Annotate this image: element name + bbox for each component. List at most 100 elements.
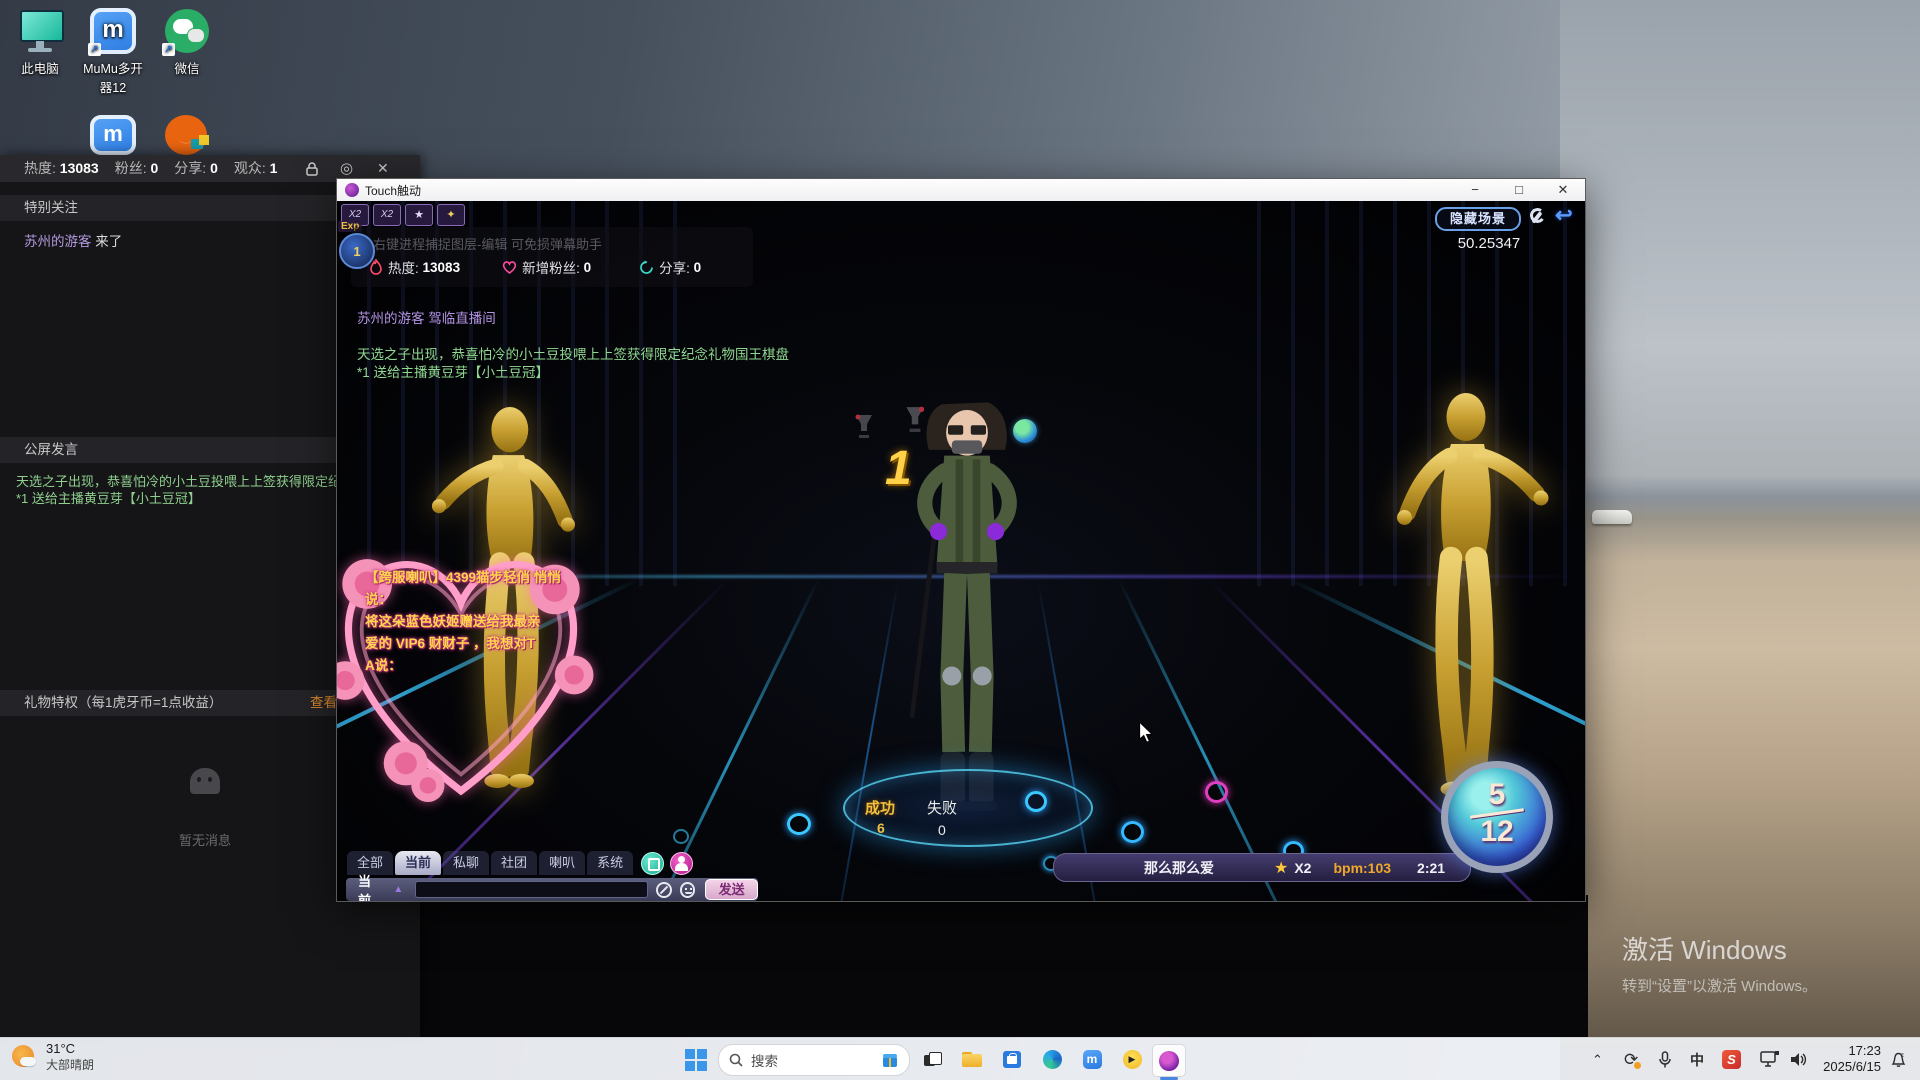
round-counter-sphere: 5 12 xyxy=(1441,761,1553,873)
weather-temp: 31°C xyxy=(46,1041,76,1056)
free-gift-button[interactable] xyxy=(641,852,665,875)
chat-input-row: 当前 ▲ 发送 xyxy=(346,874,758,901)
horn-message: 【跨服喇叭】4399猫步轻俏 悄悄说： 将这朵蓝色妖姬赠送给我最亲 爱的 VIP… xyxy=(365,567,575,677)
sync-update-icon[interactable]: ⟳ xyxy=(1624,1038,1641,1080)
heat-value: 13083 xyxy=(422,259,461,275)
user-panel-button[interactable] xyxy=(670,852,694,875)
huya-live-button[interactable]: ▶ xyxy=(1116,1044,1148,1075)
speaker-icon[interactable] xyxy=(1790,1051,1809,1068)
success-label: 成功 xyxy=(865,800,896,817)
song-name: 那么那么爱 xyxy=(1144,859,1214,876)
block-icon[interactable] xyxy=(655,881,672,898)
visitor-message: 苏州的游客 来了 xyxy=(24,234,123,249)
edge-browser-button[interactable] xyxy=(1036,1044,1068,1075)
clock-widget[interactable]: 17:23 2025/6/15 xyxy=(1815,1043,1881,1075)
emoji-icon[interactable] xyxy=(679,881,696,898)
share-value: 0 xyxy=(693,259,702,275)
horn-line4: A说： xyxy=(365,658,402,673)
trophy-icon xyxy=(855,414,872,438)
search-placeholder: 搜索 xyxy=(751,1054,778,1069)
viewer-stat: 观众: 1 xyxy=(233,160,278,176)
song-info-bar: 那么那么爱 ★ X2 bpm:103 2:21 xyxy=(1053,853,1471,882)
tab-system[interactable]: 系统 xyxy=(587,851,634,875)
touch-game-window: Touch触动 − □ ✕ 1 成功 6 失败 0 【跨服喇叭】4399猫步轻俏… xyxy=(336,178,1586,902)
app-logo-icon xyxy=(345,183,359,197)
song-multiplier: X2 xyxy=(1294,859,1312,876)
heat-label: 热度: xyxy=(388,261,419,276)
wallpaper-beach xyxy=(1560,0,1920,1080)
weather-widget[interactable]: 31°C 大部晴朗 xyxy=(10,1041,94,1073)
desktop-icon-recorder[interactable] xyxy=(163,115,209,155)
ime-indicator[interactable]: 中 xyxy=(1690,1038,1704,1080)
task-view-button[interactable] xyxy=(916,1044,948,1075)
wallpaper-car xyxy=(1592,510,1632,524)
wrench-icon[interactable] xyxy=(1528,206,1547,225)
icon-label: 微信 xyxy=(174,62,200,76)
share-label: 分享: xyxy=(659,261,690,276)
song-time: 2:21 xyxy=(1417,859,1446,876)
network-display-icon[interactable] xyxy=(1760,1051,1780,1068)
search-box[interactable]: 搜索 xyxy=(718,1044,910,1076)
fans-value: 0 xyxy=(583,259,592,275)
this-pc-icon xyxy=(17,8,64,54)
game-chat-line2: 天选之子出现，恭喜怕冷的小土豆投喂上上签获得限定纪念礼物国王棋盘 xyxy=(357,347,789,362)
mumu-emulator-button[interactable]: m xyxy=(1076,1044,1108,1075)
maximize-button[interactable]: □ xyxy=(1497,179,1541,201)
shortcut-arrow: ↗ xyxy=(88,43,101,56)
buff-bonus-icon[interactable]: ✦ xyxy=(437,204,465,226)
tab-private[interactable]: 私聊 xyxy=(443,851,490,875)
taskbar: 31°C 大部晴朗 搜索 m ▶ ⌃ ⟳ 中 S 17:23 2025/6/15… xyxy=(0,1037,1920,1080)
lock-icon[interactable] xyxy=(304,161,320,177)
neon-ring-pink xyxy=(1205,781,1228,803)
window-title: Touch触动 xyxy=(365,183,422,198)
game-stage[interactable]: 1 成功 6 失败 0 【跨服喇叭】4399猫步轻俏 悄悄说： 将这朵蓝色妖姬赠… xyxy=(337,201,1585,901)
start-button[interactable] xyxy=(680,1044,712,1075)
counter-top: 5 xyxy=(1488,778,1506,811)
undo-icon[interactable]: ↩ xyxy=(1555,203,1573,228)
hide-scene-button[interactable]: 隐藏场景 xyxy=(1435,207,1521,231)
buff-x2-icon[interactable]: X2 xyxy=(373,204,401,226)
file-explorer-button[interactable] xyxy=(956,1044,988,1075)
fans-stat: 粉丝: 0 xyxy=(114,160,159,176)
weather-icon xyxy=(10,1043,38,1071)
new-fans-heart-icon xyxy=(502,261,517,274)
tab-current[interactable]: 当前 xyxy=(395,851,442,875)
activate-line1: 激活 Windows xyxy=(1622,935,1787,965)
sogou-icon[interactable]: S xyxy=(1722,1050,1741,1069)
ghost-empty-icon xyxy=(190,768,220,794)
window-titlebar[interactable]: Touch触动 − □ ✕ xyxy=(337,179,1585,201)
tray-chevron-icon[interactable]: ⌃ xyxy=(1592,1038,1603,1080)
coordinate-readout: 50.25347 xyxy=(1457,235,1521,252)
tab-horn[interactable]: 喇叭 xyxy=(539,851,586,875)
buff-star-icon[interactable]: ★ xyxy=(405,204,433,226)
gift-promo-icon xyxy=(881,1052,899,1068)
mouse-cursor xyxy=(1139,722,1154,744)
overlay-hint-text: 右键进程捕捉图层-编辑 可免损弹幕助手 xyxy=(373,237,602,252)
no-message-text: 暂无消息 xyxy=(178,833,231,848)
channel-dropdown-icon[interactable]: ▲ xyxy=(393,884,403,895)
search-icon xyxy=(729,1053,743,1067)
icon-label: 器12 xyxy=(99,81,127,95)
microphone-icon[interactable] xyxy=(1658,1051,1672,1069)
tab-guild[interactable]: 社团 xyxy=(491,851,538,875)
gift-view-link[interactable]: 查看 xyxy=(310,690,337,716)
minimize-button[interactable]: − xyxy=(1453,179,1497,201)
shortcut-arrow: ↗ xyxy=(162,43,175,56)
chat-text-input[interactable] xyxy=(415,881,648,898)
horn-line1: 【跨服喇叭】4399猫步轻俏 悄悄说： xyxy=(365,570,561,607)
svg-text:z: z xyxy=(1901,1053,1904,1059)
game-chat-line1: 苏州的游客 驾临直播间 xyxy=(357,311,496,326)
globe-icon xyxy=(1013,419,1037,443)
fans-label: 新增粉丝: xyxy=(522,261,580,276)
close-button[interactable]: ✕ xyxy=(1541,179,1585,201)
send-button[interactable]: 发送 xyxy=(705,879,758,900)
touch-app-button[interactable] xyxy=(1152,1044,1186,1080)
notification-bell-icon[interactable]: z xyxy=(1890,1051,1907,1069)
neon-ring xyxy=(1025,791,1047,812)
star-icon: ★ xyxy=(1274,859,1289,877)
desktop-icon-wechat[interactable]: ↗ 微信 xyxy=(144,8,230,77)
combo-number: 1 xyxy=(885,442,912,495)
ms-store-button[interactable] xyxy=(996,1044,1028,1075)
desktop-icon-mumu2[interactable]: m xyxy=(90,115,136,155)
channel-selector[interactable]: 当前 xyxy=(358,871,383,902)
